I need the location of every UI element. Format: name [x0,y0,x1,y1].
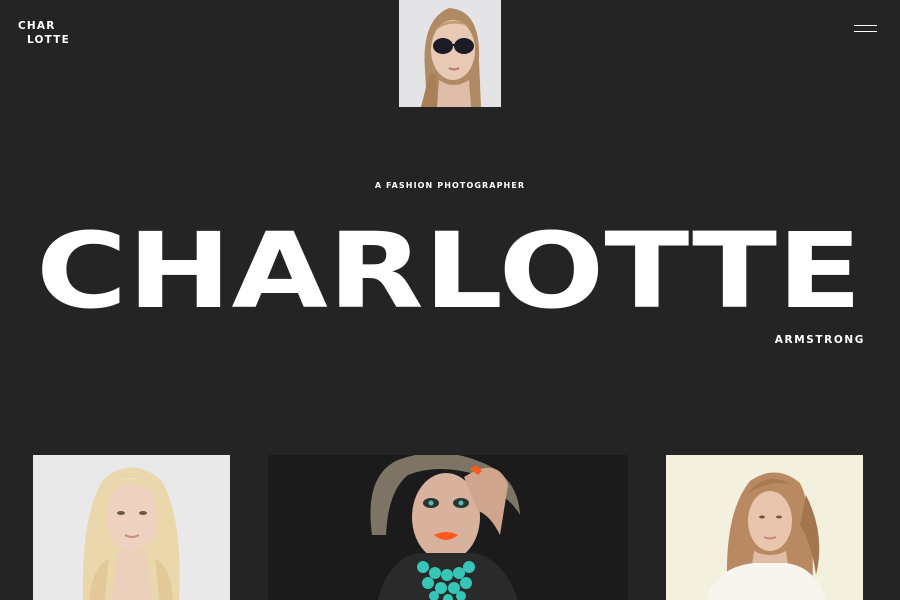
logo-line-2: LOTTE [27,34,70,46]
tagline: A FASHION PHOTOGRAPHER [374,181,526,190]
hero-last-name: ARMSTRONG [774,334,865,346]
gallery-photo-orange-lips[interactable] [268,455,628,600]
portrait-sunglasses-photo [399,0,501,107]
hero-first-name: CHARLOTTE [36,210,862,332]
site-logo[interactable]: CHAR LOTTE [18,19,70,47]
gallery-photo-blonde[interactable] [33,455,230,600]
hamburger-icon[interactable] [854,24,878,34]
gallery-photo-wavy-hair[interactable] [666,455,863,600]
logo-line-1: CHAR [18,20,56,32]
svg-text:CHARLOTTE: CHARLOTTE [36,210,862,332]
